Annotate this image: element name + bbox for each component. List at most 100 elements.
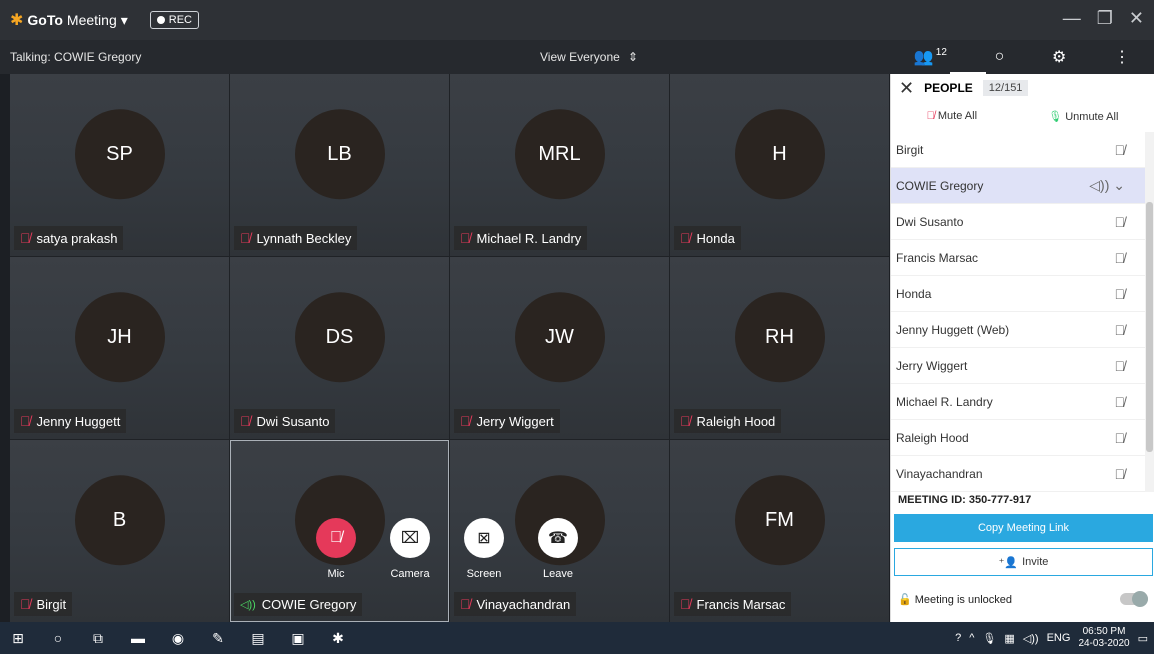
- unmute-all-button[interactable]: 🎙 Unmute All: [1048, 110, 1118, 123]
- mic-muted-icon[interactable]: 🎙̸: [1115, 466, 1126, 482]
- mute-all-label: Mute All: [937, 110, 978, 122]
- file-explorer-icon[interactable]: ▬: [128, 628, 148, 648]
- list-item[interactable]: COWIE Gregory ◁)) ⌄: [891, 168, 1145, 204]
- mic-muted-icon[interactable]: 🎙̸: [1115, 430, 1126, 446]
- screen-share-off-icon[interactable]: ⊠: [464, 518, 504, 558]
- screen-control[interactable]: ⊠ Screen: [458, 518, 510, 580]
- info-bar: Talking: COWIE Gregory View Everyone ⇕: [0, 40, 890, 74]
- language-indicator[interactable]: ENG: [1047, 632, 1071, 644]
- mic-muted-icon[interactable]: 🎙̸: [1115, 250, 1126, 266]
- invite-button[interactable]: ⁺👤 Invite: [894, 548, 1153, 576]
- minimize-icon[interactable]: —: [1063, 8, 1081, 29]
- copy-meeting-link-button[interactable]: Copy Meeting Link: [894, 514, 1153, 542]
- restore-icon[interactable]: ❐: [1097, 8, 1113, 29]
- mic-muted-icon: 🎙̸: [460, 413, 471, 429]
- video-tile[interactable]: DS 🎙̸ Dwi Susanto: [230, 257, 449, 439]
- gotomeeting-taskbar-icon[interactable]: ✱: [328, 628, 348, 648]
- close-icon[interactable]: ✕: [1129, 8, 1144, 29]
- people-panel: ✕ PEOPLE 12/151 🎙̸ Mute All 🎙 Unmute All…: [890, 74, 1154, 622]
- mic-muted-icon[interactable]: 🎙̸: [1115, 286, 1126, 302]
- video-tile[interactable]: SP 🎙̸ satya prakash: [10, 74, 229, 256]
- video-tile[interactable]: LB 🎙̸ Lynnath Beckley: [230, 74, 449, 256]
- meeting-controls: 🎙̸ Mic ⌧ Camera ⊠ Screen ☎ Leave: [310, 518, 584, 580]
- close-icon[interactable]: ✕: [899, 78, 914, 99]
- chrome-icon[interactable]: ◉: [168, 628, 188, 648]
- hang-up-icon[interactable]: ☎: [538, 518, 578, 558]
- panel-header: ✕ PEOPLE 12/151: [891, 74, 1154, 102]
- paint-icon[interactable]: ✎: [208, 628, 228, 648]
- avatar: H: [734, 109, 825, 200]
- mic-muted-icon[interactable]: 🎙̸: [1115, 358, 1126, 374]
- clock[interactable]: 06:50 PM 24-03-2020: [1078, 626, 1129, 650]
- people-icon: 👥: [913, 49, 934, 66]
- scrollbar[interactable]: [1145, 132, 1154, 492]
- speaker-active-icon[interactable]: ◁)) ⌄: [1089, 177, 1125, 194]
- list-item[interactable]: Jenny Huggett (Web) 🎙̸: [891, 312, 1145, 348]
- leave-label: Leave: [543, 568, 573, 580]
- volume-icon[interactable]: ◁)): [1023, 632, 1039, 645]
- notepad-icon[interactable]: ▤: [248, 628, 268, 648]
- search-icon[interactable]: ○: [48, 628, 68, 648]
- participant-name: Birgit: [36, 596, 67, 612]
- view-selector[interactable]: View Everyone ⇕: [540, 50, 638, 64]
- mic-muted-icon[interactable]: 🎙̸: [316, 518, 356, 558]
- gear-icon[interactable]: ⚙: [1052, 47, 1066, 67]
- video-tile[interactable]: JH 🎙̸ Jenny Huggett: [10, 257, 229, 439]
- list-item[interactable]: Jerry Wiggert 🎙̸: [891, 348, 1145, 384]
- participant-name: Honda: [696, 230, 735, 246]
- chevron-up-icon[interactable]: ^: [969, 632, 974, 644]
- list-item[interactable]: Birgit 🎙̸: [891, 132, 1145, 168]
- mic-control[interactable]: 🎙̸ Mic: [310, 518, 362, 580]
- app-logo[interactable]: ✱ GoTo Meeting ▾: [10, 10, 128, 30]
- list-item[interactable]: Francis Marsac 🎙̸: [891, 240, 1145, 276]
- taskbar: ⊞ ○ ⧉ ▬ ◉ ✎ ▤ ▣ ✱ ? ^ 🎙 ▦ ◁)) ENG 06:50 …: [0, 622, 1154, 654]
- mic-muted-icon[interactable]: 🎙̸: [1115, 322, 1126, 338]
- people-button[interactable]: 👥 12: [914, 47, 947, 67]
- leave-control[interactable]: ☎ Leave: [532, 518, 584, 580]
- more-options-icon[interactable]: ⋮: [1114, 47, 1130, 67]
- nameplate: 🎙̸ Francis Marsac: [674, 592, 792, 616]
- mic-muted-icon[interactable]: 🎙̸: [1115, 214, 1126, 230]
- nameplate: 🎙̸ Raleigh Hood: [674, 409, 782, 433]
- mic-muted-icon[interactable]: 🎙̸: [1115, 394, 1126, 410]
- mic-muted-icon[interactable]: 🎙̸: [1115, 142, 1126, 158]
- notification-icon[interactable]: ▭: [1138, 632, 1148, 645]
- camera-off-icon[interactable]: ⌧: [390, 518, 430, 558]
- person-name: Vinayachandran: [896, 466, 983, 481]
- avatar: JW: [514, 292, 605, 383]
- camera-control[interactable]: ⌧ Camera: [384, 518, 436, 580]
- participant-name: Jerry Wiggert: [476, 413, 554, 429]
- chat-icon[interactable]: ○: [995, 48, 1005, 66]
- help-icon[interactable]: ?: [955, 632, 961, 644]
- video-tile[interactable]: MRL 🎙̸ Michael R. Landry: [450, 74, 669, 256]
- mic-muted-icon: 🎙̸: [680, 230, 691, 246]
- video-tile[interactable]: JW 🎙̸ Jerry Wiggert: [450, 257, 669, 439]
- participant-name: Michael R. Landry: [476, 230, 582, 246]
- mute-all-button[interactable]: 🎙̸ Mute All: [927, 110, 977, 122]
- camera-label: Camera: [390, 568, 430, 580]
- lock-toggle[interactable]: [1120, 591, 1148, 607]
- list-item[interactable]: Raleigh Hood 🎙̸: [891, 420, 1145, 456]
- photos-icon[interactable]: ▣: [288, 628, 308, 648]
- clock-time: 06:50 PM: [1082, 626, 1126, 637]
- list-item[interactable]: Vinayachandran 🎙̸: [891, 456, 1145, 492]
- video-tile[interactable]: B 🎙̸ Birgit: [10, 440, 229, 622]
- list-item[interactable]: Dwi Susanto 🎙̸: [891, 204, 1145, 240]
- network-icon[interactable]: ▦: [1004, 632, 1014, 645]
- mic-tray-icon[interactable]: 🎙: [982, 632, 996, 645]
- windows-start-icon[interactable]: ⊞: [8, 628, 28, 648]
- scroll-thumb[interactable]: [1146, 202, 1153, 452]
- mic-muted-icon: 🎙̸: [680, 596, 691, 612]
- talking-indicator: Talking: COWIE Gregory: [10, 50, 142, 64]
- avatar: FM: [734, 475, 825, 566]
- list-item[interactable]: Michael R. Landry 🎙̸: [891, 384, 1145, 420]
- mic-label: Mic: [327, 568, 345, 580]
- list-item[interactable]: Honda 🎙̸: [891, 276, 1145, 312]
- task-view-icon[interactable]: ⧉: [88, 628, 108, 648]
- mic-muted-icon: 🎙̸: [20, 596, 31, 612]
- rec-button[interactable]: REC: [149, 11, 199, 29]
- video-tile[interactable]: FM 🎙̸ Francis Marsac: [670, 440, 889, 622]
- nameplate: 🎙̸ Jerry Wiggert: [454, 409, 560, 433]
- video-tile[interactable]: RH 🎙̸ Raleigh Hood: [670, 257, 889, 439]
- video-tile[interactable]: H 🎙̸ Honda: [670, 74, 889, 256]
